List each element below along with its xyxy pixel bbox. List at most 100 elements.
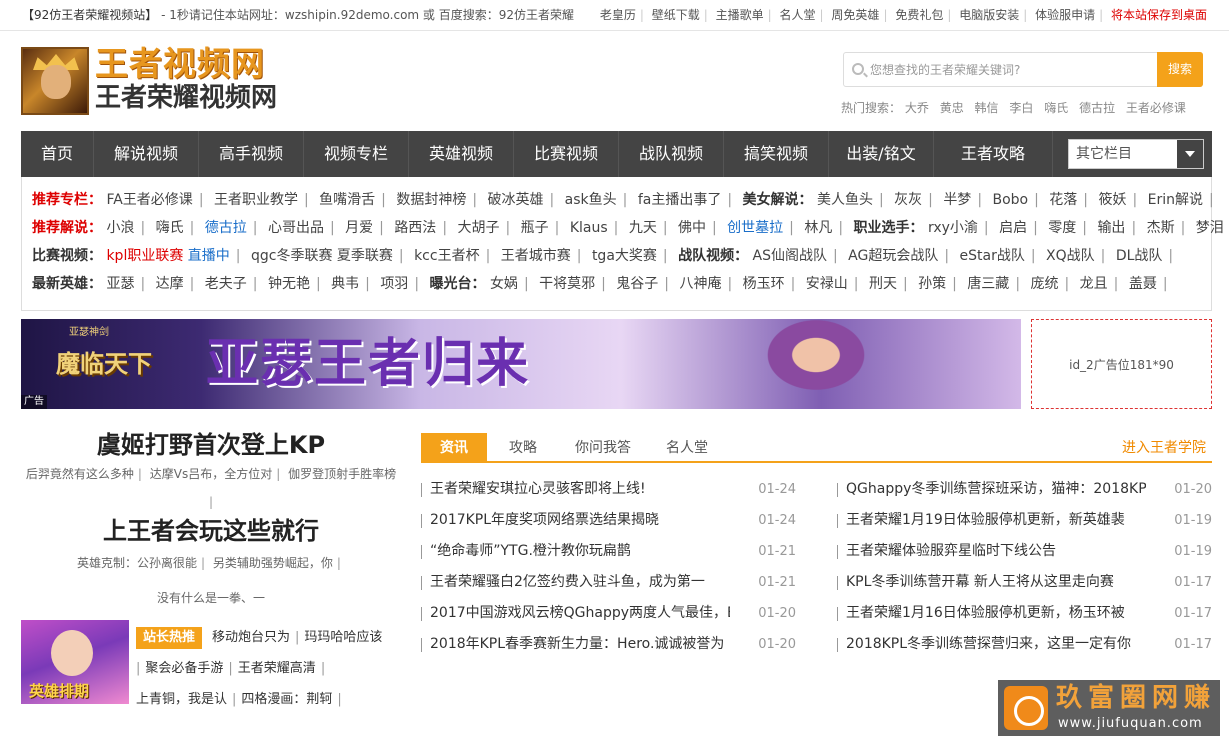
link-item[interactable]: ask鱼头 bbox=[565, 192, 617, 208]
sub-link[interactable]: 后羿竟然有这么多种 bbox=[26, 467, 134, 481]
top-link-beta-apply[interactable]: 体验服申请 bbox=[1031, 8, 1099, 22]
live-badge[interactable]: 直播中 bbox=[188, 248, 230, 264]
hot-search-term[interactable]: 大乔 bbox=[905, 101, 929, 115]
link-item[interactable]: Erin解说 bbox=[1148, 192, 1203, 208]
nav-builds[interactable]: 出装/铭文 bbox=[829, 131, 934, 177]
news-title[interactable]: QGhappy冬季训练营探班采访，猫神：2018KPL我 bbox=[846, 474, 1146, 505]
link-item[interactable]: XQ战队 bbox=[1046, 248, 1095, 264]
link-item[interactable]: Bobo bbox=[992, 192, 1028, 208]
link-item[interactable]: 创世墓拉 bbox=[727, 220, 783, 236]
tab-guides[interactable]: 攻略 bbox=[495, 433, 551, 463]
hot-search-term[interactable]: 王者必修课 bbox=[1126, 101, 1186, 115]
link-item[interactable]: 数据封神榜 bbox=[396, 192, 466, 208]
link-item[interactable]: 灰灰 bbox=[894, 192, 922, 208]
link-item[interactable]: 林凡 bbox=[804, 220, 832, 236]
link-item[interactable]: 庞统 bbox=[1030, 276, 1058, 292]
link-item[interactable]: Klaus bbox=[570, 220, 608, 236]
link-item[interactable]: 大胡子 bbox=[457, 220, 499, 236]
link-item[interactable]: 九天 bbox=[629, 220, 657, 236]
headline-1[interactable]: 虞姬打野首次登上KP bbox=[21, 428, 401, 462]
top-link-free-heroes[interactable]: 周免英雄 bbox=[827, 8, 883, 22]
link-item[interactable]: 路西法 bbox=[394, 220, 436, 236]
link-item[interactable]: 刑天 bbox=[869, 276, 897, 292]
link-item[interactable]: 瓶子 bbox=[521, 220, 549, 236]
link-item[interactable]: tga大奖赛 bbox=[592, 248, 657, 264]
news-row[interactable]: 王者荣耀安琪拉心灵骇客即将上线! 01-24 bbox=[421, 474, 796, 505]
nav-match-videos[interactable]: 比赛视频 bbox=[514, 131, 619, 177]
pick-link[interactable]: 聚会必备手游 bbox=[145, 661, 223, 676]
pick-link[interactable]: 上青铜，我是认 bbox=[136, 692, 227, 707]
pick-link[interactable]: 王者荣耀高清 bbox=[238, 661, 316, 676]
hot-search-term[interactable]: 李白 bbox=[1009, 101, 1033, 115]
pick-link[interactable]: 四格漫画：荆轲 bbox=[241, 692, 332, 707]
link-item[interactable]: 达摩 bbox=[156, 276, 184, 292]
news-title[interactable]: 王者荣耀1月16日体验服停机更新，杨玉环被 bbox=[846, 598, 1146, 629]
nav-home[interactable]: 首页 bbox=[21, 131, 94, 177]
link-item[interactable]: 筱妖 bbox=[1098, 192, 1126, 208]
link-item[interactable]: 美人鱼头 bbox=[817, 192, 873, 208]
top-link-almanac[interactable]: 老皇历 bbox=[596, 8, 640, 22]
sub-link[interactable]: 伽罗登顶射手胜率榜 bbox=[288, 467, 396, 481]
news-title[interactable]: “绝命毒师”YTG.橙汁教你玩扁鹊 bbox=[430, 536, 730, 567]
top-link-hall-of-fame[interactable]: 名人堂 bbox=[776, 8, 820, 22]
link-item[interactable]: 心哥出品 bbox=[268, 220, 324, 236]
news-row[interactable]: 2018年KPL春季赛新生力量：Hero.诚诚被誉为 01-20 bbox=[421, 629, 796, 660]
link-item[interactable]: 项羽 bbox=[380, 276, 408, 292]
headline-2[interactable]: 上王者会玩这些就行 bbox=[21, 514, 401, 548]
link-item[interactable]: 启启 bbox=[999, 220, 1027, 236]
link-item[interactable]: AG超玩会战队 bbox=[848, 248, 938, 264]
hero-schedule-thumbnail[interactable]: 英雄排期 bbox=[21, 620, 129, 704]
nav-columns[interactable]: 视频专栏 bbox=[304, 131, 409, 177]
ad-banner[interactable]: 魔临天下 亚瑟神剑 亚瑟王者归来 广告 bbox=[21, 319, 1021, 409]
link-item[interactable]: FA王者必修课 bbox=[106, 192, 192, 208]
link-item[interactable]: rxy小渝 bbox=[928, 220, 978, 236]
top-link-gift[interactable]: 免费礼包 bbox=[891, 8, 947, 22]
link-item[interactable]: AS仙阁战队 bbox=[753, 248, 827, 264]
news-title[interactable]: 王者荣耀骚白2亿签约费入驻斗鱼，成为第一 bbox=[430, 567, 730, 598]
news-row[interactable]: 王者荣耀骚白2亿签约费入驻斗鱼，成为第一 01-21 bbox=[421, 567, 796, 598]
link-item[interactable]: 八神庵 bbox=[679, 276, 721, 292]
news-title[interactable]: 2018年KPL春季赛新生力量：Hero.诚诚被誉为 bbox=[430, 629, 730, 660]
search-input[interactable] bbox=[870, 53, 1156, 86]
top-link-wallpaper[interactable]: 壁纸下载 bbox=[648, 8, 704, 22]
tab-hall-of-fame[interactable]: 名人堂 bbox=[655, 433, 719, 463]
site-logo[interactable]: 王者视频网 王者荣耀视频网 bbox=[21, 45, 279, 115]
link-item[interactable]: 孙策 bbox=[918, 276, 946, 292]
news-title[interactable]: KPL冬季训练营开幕 新人王将从这里走向赛 bbox=[846, 567, 1146, 598]
link-item[interactable]: 干将莫邪 bbox=[539, 276, 595, 292]
news-title[interactable]: 2017KPL年度奖项网络票选结果揭晓 bbox=[430, 505, 730, 536]
link-item[interactable]: 龙且 bbox=[1080, 276, 1108, 292]
nav-commentary[interactable]: 解说视频 bbox=[94, 131, 199, 177]
news-title[interactable]: 2018KPL冬季训练营探营归来，这里一定有你 bbox=[846, 629, 1146, 660]
link-item[interactable]: 零度 bbox=[1048, 220, 1076, 236]
tab-news[interactable]: 资讯 bbox=[421, 433, 487, 463]
link-item[interactable]: 盖聂 bbox=[1129, 276, 1157, 292]
hot-search-term[interactable]: 德古拉 bbox=[1079, 101, 1115, 115]
link-item[interactable]: 输出 bbox=[1097, 220, 1125, 236]
link-item[interactable]: kpl职业联赛 bbox=[106, 248, 183, 264]
nav-funny-videos[interactable]: 搞笑视频 bbox=[724, 131, 829, 177]
link-item[interactable]: 破冰英雄 bbox=[488, 192, 544, 208]
link-item[interactable]: 佛中 bbox=[678, 220, 706, 236]
top-link-playlist[interactable]: 主播歌单 bbox=[712, 8, 768, 22]
news-row[interactable]: 王者荣耀体验服弈星临时下线公告 01-19 bbox=[837, 536, 1212, 567]
link-item[interactable]: qgc冬季联赛 bbox=[251, 248, 332, 264]
link-item[interactable]: 花落 bbox=[1049, 192, 1077, 208]
link-item[interactable]: 杨玉环 bbox=[743, 276, 785, 292]
link-item[interactable]: 老夫子 bbox=[205, 276, 247, 292]
link-item[interactable]: DL战队 bbox=[1116, 248, 1163, 264]
news-row[interactable]: 2017中国游戏风云榜QGhappy两度人气最佳，E 01-20 bbox=[421, 598, 796, 629]
sub-link[interactable]: 没有什么是一拳、一 bbox=[157, 591, 265, 605]
link-item[interactable]: 钟无艳 bbox=[268, 276, 310, 292]
link-item[interactable]: 鬼谷子 bbox=[616, 276, 658, 292]
news-title[interactable]: 王者荣耀体验服弈星临时下线公告 bbox=[846, 536, 1146, 567]
link-item[interactable]: 亚瑟 bbox=[106, 276, 134, 292]
link-item[interactable]: 王者城市赛 bbox=[501, 248, 571, 264]
link-item[interactable]: 夏季联赛 bbox=[337, 248, 393, 264]
link-item[interactable]: 半梦 bbox=[943, 192, 971, 208]
link-item[interactable]: fa主播出事了 bbox=[638, 192, 722, 208]
hot-search-term[interactable]: 嗨氏 bbox=[1044, 101, 1068, 115]
news-title[interactable]: 王者荣耀1月19日体验服停机更新，新英雄裴 bbox=[846, 505, 1146, 536]
news-title[interactable]: 王者荣耀安琪拉心灵骇客即将上线! bbox=[430, 474, 730, 505]
nav-hero-videos[interactable]: 英雄视频 bbox=[409, 131, 514, 177]
